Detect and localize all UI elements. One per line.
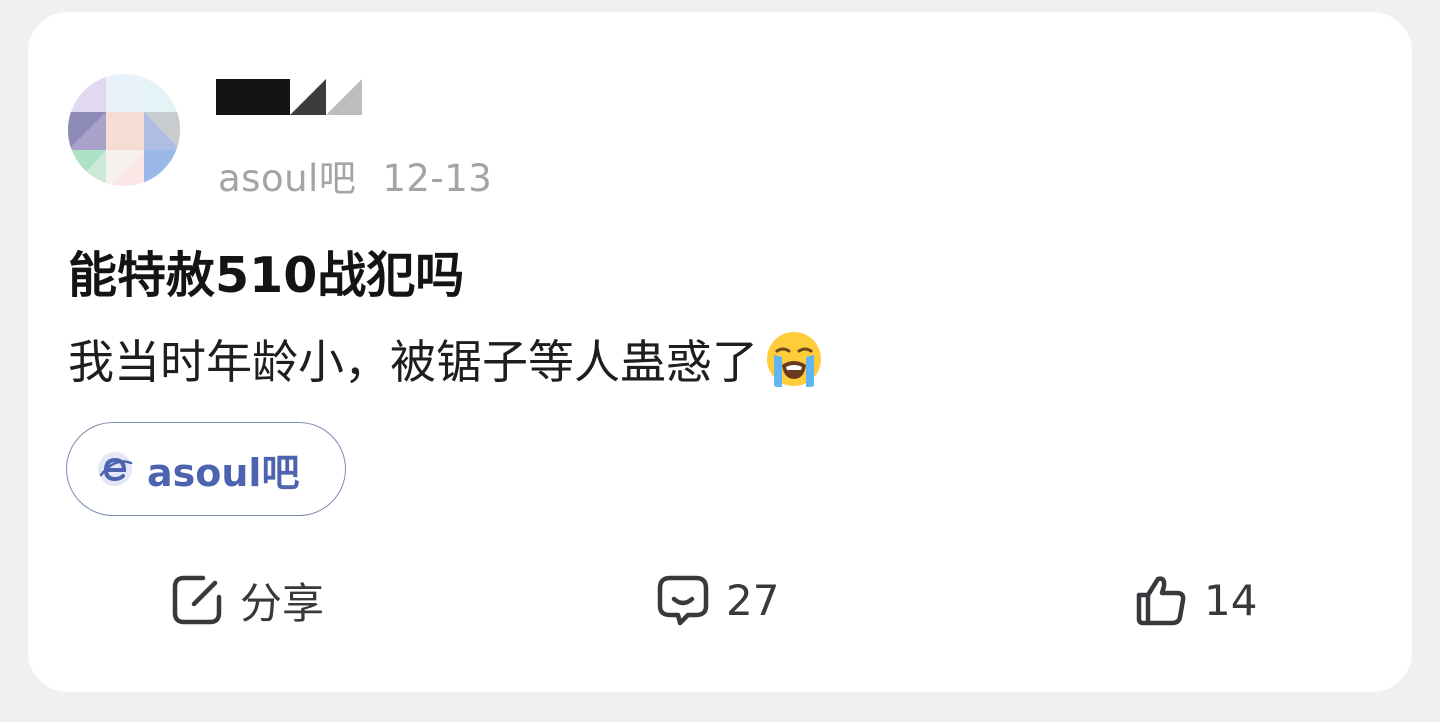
share-icon — [172, 575, 222, 625]
author-name-redacted[interactable] — [216, 79, 362, 115]
avatar[interactable] — [68, 70, 180, 192]
comment-button[interactable]: 27 — [656, 568, 779, 632]
forum-tag-label: asoul吧 — [147, 450, 300, 495]
loudly-crying-face-icon — [767, 332, 821, 387]
forum-tag-button[interactable]: asoul吧 — [66, 422, 346, 516]
comment-bubble-icon — [657, 575, 709, 626]
post-title[interactable]: 能特赦510战犯吗 — [68, 236, 464, 307]
like-count: 14 — [1204, 575, 1258, 625]
post-body[interactable]: 我当时年龄小，被锯子等人蛊惑了 — [68, 326, 824, 392]
like-button[interactable]: 14 — [1134, 568, 1257, 632]
forum-name[interactable]: asoul吧 — [218, 157, 356, 200]
tieba-logo-icon — [98, 452, 133, 486]
post-date: 12-13 — [382, 157, 493, 200]
thumbs-up-icon — [1136, 576, 1186, 626]
share-label: 分享 — [240, 578, 325, 628]
post-meta: asoul吧 12-13 — [218, 148, 492, 202]
comment-count: 27 — [726, 575, 780, 625]
post-card[interactable]: asoul吧 12-13 能特赦510战犯吗 我当时年龄小，被锯子等人蛊惑了 as… — [28, 12, 1412, 692]
share-button[interactable]: 分享 — [170, 568, 324, 632]
post-body-text: 我当时年龄小，被锯子等人蛊惑了 — [68, 335, 758, 389]
